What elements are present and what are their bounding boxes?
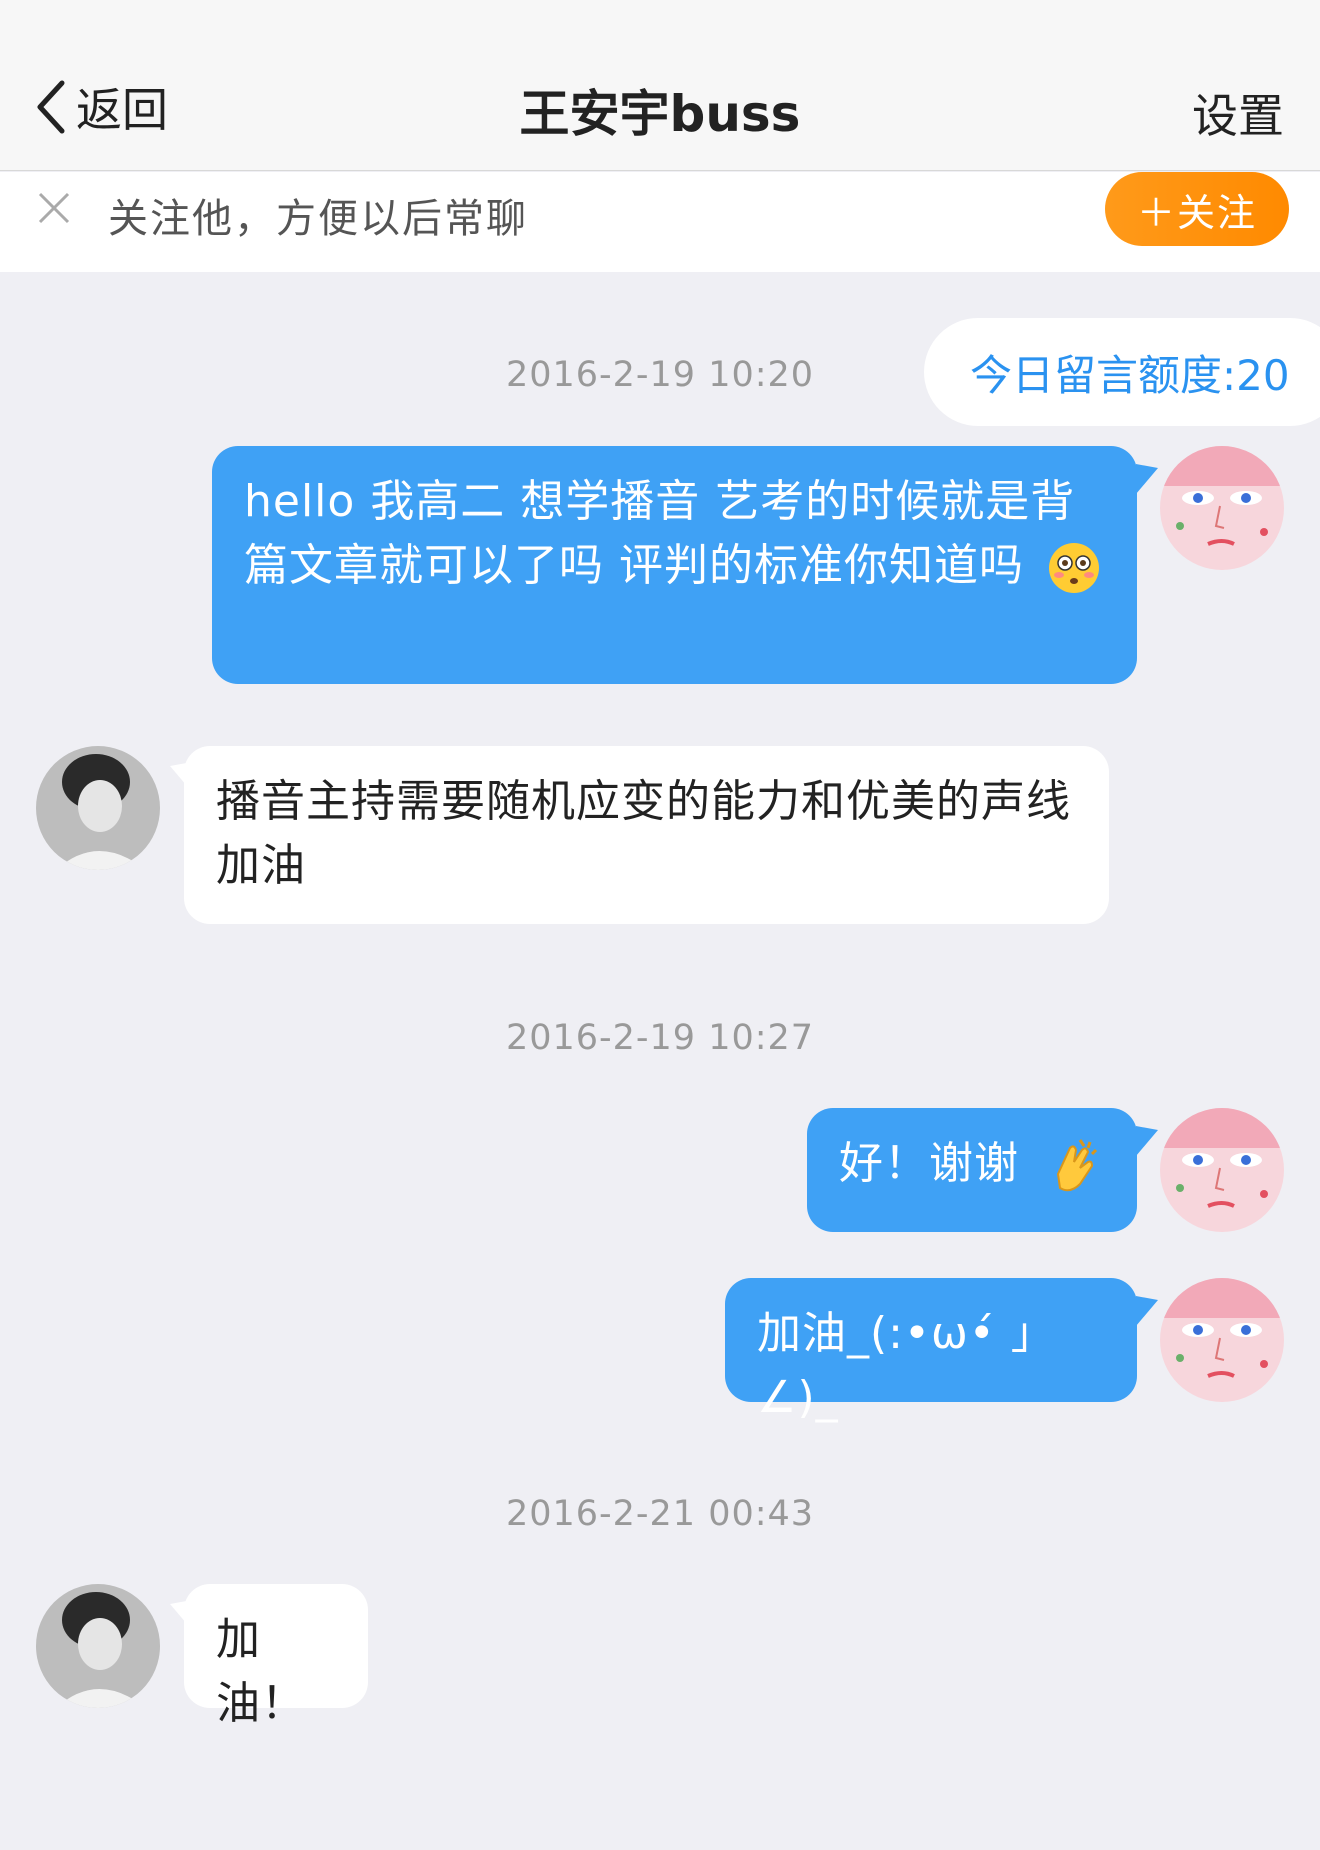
flushed-face-icon (1049, 543, 1099, 593)
illustrated-face-avatar-icon (1160, 446, 1284, 570)
chat-screen: 返回 王安宇buss 设置 关注他，方便以后常聊 ＋关注 今日留言额度:20 2… (0, 0, 1320, 1850)
illustrated-face-avatar-icon (1160, 1278, 1284, 1402)
my-avatar[interactable] (1160, 446, 1284, 570)
follow-button[interactable]: ＋关注 (1105, 172, 1289, 246)
clapping-hands-icon (1056, 1139, 1098, 1192)
message-text: 好！谢谢 (839, 1138, 1019, 1189)
bubble-tail (1136, 1126, 1158, 1156)
message-text: 加油！ (216, 1614, 306, 1729)
my-avatar[interactable] (1160, 1108, 1284, 1232)
message-text: 播音主持需要随机应变的能力和优美的声线 加油 (216, 776, 1071, 891)
bubble-tail (1136, 1296, 1158, 1326)
settings-button[interactable]: 设置 (1192, 80, 1284, 146)
follow-banner: 关注他，方便以后常聊 ＋关注 (0, 172, 1320, 272)
timestamp: 2016-2-21 00:43 (505, 1494, 815, 1534)
received-message-bubble[interactable]: 加油！ (184, 1584, 368, 1729)
received-message-bubble[interactable]: 播音主持需要随机应变的能力和优美的声线 加油 (184, 746, 1109, 924)
contact-photo-icon (36, 746, 160, 870)
sent-message-bubble[interactable]: 好！谢谢 (807, 1108, 1137, 1232)
my-avatar[interactable] (1160, 1278, 1284, 1402)
contact-avatar[interactable] (36, 1584, 160, 1708)
contact-photo-icon (36, 1584, 160, 1708)
close-icon[interactable] (36, 190, 72, 226)
page-title: 王安宇buss (519, 85, 801, 143)
follow-prompt: 关注他，方便以后常聊 (108, 196, 528, 242)
contact-avatar[interactable] (36, 746, 160, 870)
bubble-tail (1136, 464, 1158, 494)
sent-message-bubble[interactable]: 加油_(:•ω•́ 」∠)_ (725, 1278, 1137, 1423)
illustrated-face-avatar-icon (1160, 1108, 1284, 1232)
timestamp: 2016-2-19 10:20 (505, 355, 815, 395)
sent-message-bubble[interactable]: hello 我高二 想学播音 艺考的时候就是背篇文章就可以了吗 评判的标准你知道… (212, 446, 1137, 684)
timestamp: 2016-2-19 10:27 (505, 1018, 815, 1058)
message-text: 加油_(:•ω•́ 」∠)_ (757, 1308, 1056, 1423)
message-text: hello 我高二 想学播音 艺考的时候就是背篇文章就可以了吗 评判的标准你知道… (244, 476, 1076, 591)
navigation-bar: 返回 王安宇buss 设置 (0, 0, 1320, 171)
